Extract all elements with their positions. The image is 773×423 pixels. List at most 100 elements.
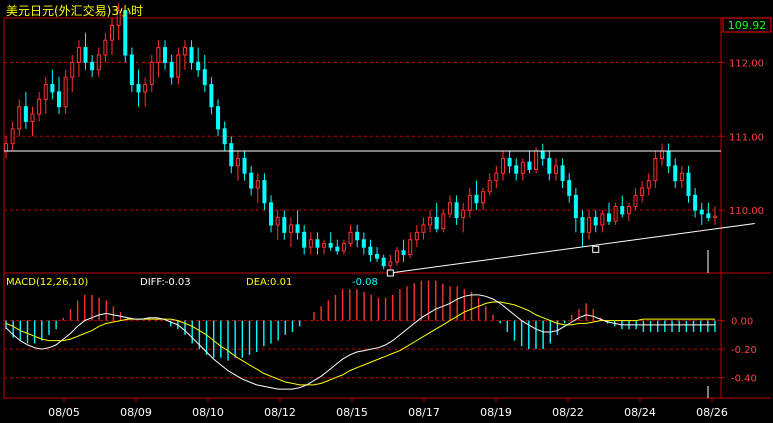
candle bbox=[414, 224, 419, 248]
candle-body bbox=[361, 239, 366, 248]
candle-body bbox=[249, 172, 254, 189]
x-tick-label: 08/15 bbox=[336, 406, 368, 419]
candle bbox=[494, 165, 499, 188]
candle-body bbox=[262, 180, 267, 204]
candle bbox=[182, 40, 187, 70]
candle bbox=[487, 173, 492, 196]
candle bbox=[269, 195, 274, 233]
candle-body bbox=[706, 213, 711, 219]
x-tick-label: 08/05 bbox=[48, 406, 80, 419]
candle-body bbox=[481, 191, 486, 204]
candle-body bbox=[216, 106, 221, 130]
candle bbox=[355, 224, 360, 248]
chart-frame bbox=[3, 17, 771, 399]
candle-body bbox=[70, 61, 75, 78]
candle bbox=[699, 202, 704, 225]
candle bbox=[640, 180, 645, 203]
candle-body bbox=[507, 157, 512, 167]
candle-body bbox=[202, 69, 207, 86]
pivot-marker bbox=[592, 245, 600, 253]
candle bbox=[255, 173, 260, 203]
candle-body bbox=[328, 242, 333, 248]
candle-body bbox=[315, 239, 320, 248]
x-tick-label: 08/19 bbox=[480, 406, 512, 419]
candle-body bbox=[547, 157, 552, 174]
candle-body bbox=[43, 84, 48, 100]
x-tick-label: 08/09 bbox=[120, 406, 152, 419]
candle bbox=[500, 151, 505, 181]
candle-body bbox=[441, 213, 446, 230]
candle-body bbox=[713, 215, 717, 219]
candle-body bbox=[666, 150, 671, 167]
candle-body bbox=[540, 150, 545, 159]
candle-body bbox=[229, 143, 234, 167]
candle-body bbox=[30, 113, 35, 122]
candle bbox=[686, 165, 691, 203]
candle bbox=[646, 173, 651, 196]
candle-body bbox=[633, 194, 638, 207]
candle-body bbox=[37, 98, 42, 115]
candle-body bbox=[275, 217, 280, 226]
support-trend-line bbox=[390, 222, 755, 274]
candle bbox=[83, 32, 88, 70]
pivot-marker bbox=[386, 269, 394, 277]
candle-body bbox=[295, 224, 300, 233]
candle-body bbox=[10, 128, 15, 145]
candle bbox=[653, 151, 658, 188]
x-tick-label: 08/22 bbox=[552, 406, 584, 419]
candle bbox=[606, 202, 611, 225]
candle-body bbox=[620, 205, 625, 215]
candle-body bbox=[50, 84, 55, 93]
candle-body bbox=[17, 106, 22, 130]
candle-body bbox=[90, 61, 95, 71]
candle bbox=[4, 136, 8, 159]
trend-overlays bbox=[4, 150, 755, 277]
candle-body bbox=[368, 246, 373, 256]
candle-body bbox=[381, 257, 386, 267]
candle-body bbox=[189, 47, 194, 63]
candle bbox=[335, 239, 340, 255]
candle-body bbox=[587, 217, 592, 233]
candle bbox=[454, 195, 459, 225]
candle bbox=[70, 54, 75, 92]
candle bbox=[17, 99, 22, 137]
candle-body bbox=[96, 54, 101, 71]
candle bbox=[96, 47, 101, 78]
candle bbox=[308, 232, 313, 255]
candle-body bbox=[461, 209, 466, 219]
candle bbox=[547, 151, 552, 181]
candle bbox=[302, 224, 307, 255]
candle bbox=[216, 99, 221, 137]
candle bbox=[242, 151, 247, 181]
candle-body bbox=[288, 224, 293, 233]
candle-body bbox=[143, 84, 148, 93]
candle bbox=[209, 77, 214, 115]
candle bbox=[23, 91, 28, 129]
candle-body bbox=[626, 205, 631, 215]
candle-body bbox=[534, 150, 539, 171]
candle bbox=[600, 210, 605, 233]
candle bbox=[275, 210, 280, 240]
candle bbox=[143, 77, 148, 107]
candle-body bbox=[454, 202, 459, 219]
chart-title: 美元日元(外汇交易)3小时 bbox=[6, 4, 143, 18]
candle bbox=[262, 173, 267, 211]
candle-body bbox=[640, 187, 645, 196]
price-tick-label: 110.00 bbox=[729, 206, 764, 217]
candle bbox=[37, 91, 42, 122]
candle bbox=[587, 210, 592, 240]
candle-body bbox=[693, 194, 698, 211]
candle-body bbox=[659, 150, 664, 159]
candle bbox=[282, 210, 287, 240]
candle bbox=[322, 239, 327, 255]
candle-body bbox=[348, 231, 353, 244]
candle-body bbox=[57, 91, 62, 108]
diff-value: DIFF:-0.03 bbox=[140, 277, 191, 288]
candle bbox=[693, 188, 698, 218]
candle-body bbox=[255, 180, 260, 189]
candle bbox=[341, 239, 346, 255]
candle-body bbox=[23, 106, 28, 122]
candle bbox=[540, 143, 545, 166]
x-tick-label: 08/10 bbox=[192, 406, 224, 419]
candle-body bbox=[560, 165, 565, 182]
